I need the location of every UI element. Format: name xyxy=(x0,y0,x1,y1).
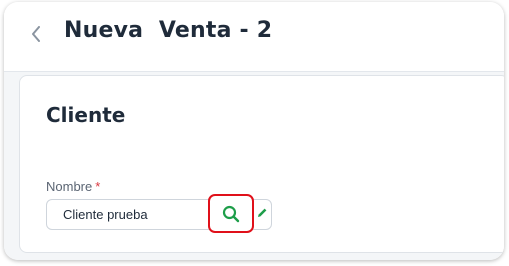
name-field-label: Nombre * xyxy=(46,179,100,194)
edit-client-button[interactable] xyxy=(254,201,270,225)
page-header: Nueva Venta - 2 xyxy=(4,2,504,72)
name-label-text: Nombre xyxy=(46,179,93,194)
page-title: Nueva Venta - 2 xyxy=(64,18,273,43)
required-mark: * xyxy=(95,179,101,194)
pencil-icon xyxy=(258,208,267,217)
app-window: Nueva Venta - 2 Cliente Nombre * xyxy=(4,2,504,260)
search-client-button[interactable] xyxy=(208,194,254,233)
main-content: Cliente Nombre * xyxy=(4,72,504,260)
client-name-input[interactable] xyxy=(47,200,207,229)
back-button[interactable] xyxy=(26,23,46,45)
client-card: Cliente Nombre * xyxy=(19,75,504,253)
card-title: Cliente xyxy=(46,103,126,127)
chevron-left-icon xyxy=(32,26,40,42)
search-icon xyxy=(222,205,240,222)
